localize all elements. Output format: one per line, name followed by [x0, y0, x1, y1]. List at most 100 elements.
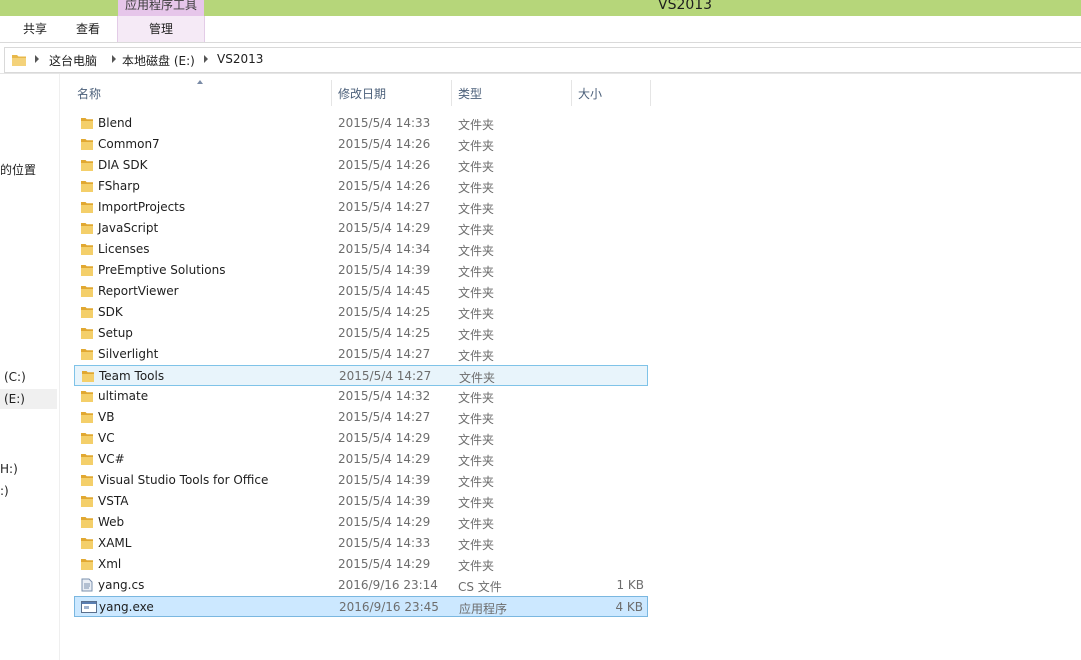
- folder-icon: [80, 200, 94, 217]
- file-name: Setup: [98, 326, 133, 340]
- file-type: 文件夹: [458, 307, 495, 321]
- file-row[interactable]: VSTA 2015/5/4 14:39 文件夹: [74, 491, 648, 512]
- column-divider[interactable]: [331, 80, 332, 106]
- file-row[interactable]: DIA SDK 2015/5/4 14:26 文件夹: [74, 155, 648, 176]
- breadcrumb-local-disk-e[interactable]: 本地磁盘 (E:): [122, 52, 195, 69]
- column-divider[interactable]: [451, 80, 452, 106]
- file-date: 2015/5/4 14:27: [338, 200, 431, 214]
- folder-icon: [80, 221, 94, 238]
- file-row[interactable]: VC# 2015/5/4 14:29 文件夹: [74, 449, 648, 470]
- file-row[interactable]: ReportViewer 2015/5/4 14:45 文件夹: [74, 281, 648, 302]
- column-header-type[interactable]: 类型: [458, 82, 482, 106]
- file-row[interactable]: Licenses 2015/5/4 14:34 文件夹: [74, 239, 648, 260]
- folder-icon: [80, 326, 94, 343]
- file-name: Blend: [98, 116, 133, 130]
- file-type: 文件夹: [458, 328, 495, 342]
- file-type: 应用程序: [459, 602, 508, 616]
- nav-item-locations[interactable]: 的位置: [0, 160, 36, 180]
- breadcrumb-chevron-icon[interactable]: [112, 55, 116, 63]
- context-tab-group-label: 应用程序工具: [118, 0, 204, 16]
- file-row[interactable]: yang.cs 2016/9/16 23:14 CS 文件 1 KB: [74, 575, 648, 596]
- file-row[interactable]: Setup 2015/5/4 14:25 文件夹: [74, 323, 648, 344]
- folder-icon: [80, 515, 94, 532]
- file-name: Licenses: [98, 242, 150, 256]
- folder-icon: [11, 52, 27, 71]
- file-row[interactable]: SDK 2015/5/4 14:25 文件夹: [74, 302, 648, 323]
- file-row[interactable]: VC 2015/5/4 14:29 文件夹: [74, 428, 648, 449]
- tab-share[interactable]: 共享: [14, 16, 56, 42]
- column-header-name[interactable]: 名称: [77, 82, 101, 106]
- breadcrumb-chevron-icon[interactable]: [35, 55, 39, 63]
- folder-icon: [80, 494, 94, 511]
- file-row[interactable]: ImportProjects 2015/5/4 14:27 文件夹: [74, 197, 648, 218]
- file-row[interactable]: JavaScript 2015/5/4 14:29 文件夹: [74, 218, 648, 239]
- folder-icon: [80, 473, 94, 490]
- file-date: 2015/5/4 14:39: [338, 494, 431, 508]
- file-name: Team Tools: [99, 369, 165, 383]
- nav-item-drive[interactable]: :): [0, 481, 9, 501]
- file-name: DIA SDK: [98, 158, 148, 172]
- file-date: 2015/5/4 14:27: [338, 347, 431, 361]
- file-type: 文件夹: [458, 559, 495, 573]
- file-name: VSTA: [98, 494, 129, 508]
- nav-item-drive-h[interactable]: H:): [0, 459, 18, 479]
- file-name: ImportProjects: [98, 200, 186, 214]
- exe-file-icon: [81, 600, 97, 617]
- file-row[interactable]: VB 2015/5/4 14:27 文件夹: [74, 407, 648, 428]
- file-row[interactable]: Web 2015/5/4 14:29 文件夹: [74, 512, 648, 533]
- file-row[interactable]: yang.exe 2016/9/16 23:45 应用程序 4 KB: [74, 596, 648, 617]
- column-header-date[interactable]: 修改日期: [338, 82, 386, 106]
- folder-icon: [80, 284, 94, 301]
- ribbon-tabs: 共享 查看 管理: [0, 16, 1081, 43]
- breadcrumb-vs2013[interactable]: VS2013: [217, 52, 263, 66]
- file-row[interactable]: Blend 2015/5/4 14:33 文件夹: [74, 113, 648, 134]
- file-size: 4 KB: [615, 600, 643, 614]
- breadcrumb-chevron-icon[interactable]: [204, 55, 208, 63]
- breadcrumb-this-pc[interactable]: 这台电脑: [49, 52, 97, 69]
- file-row[interactable]: PreEmptive Solutions 2015/5/4 14:39 文件夹: [74, 260, 648, 281]
- file-row[interactable]: ultimate 2015/5/4 14:32 文件夹: [74, 386, 648, 407]
- folder-icon: [80, 431, 94, 448]
- file-name: VC: [98, 431, 115, 445]
- file-name: XAML: [98, 536, 132, 550]
- file-date: 2015/5/4 14:26: [338, 179, 431, 193]
- tab-manage[interactable]: 管理: [117, 16, 205, 42]
- file-date: 2015/5/4 14:33: [338, 536, 431, 550]
- file-type: 文件夹: [458, 433, 495, 447]
- file-name: ReportViewer: [98, 284, 179, 298]
- file-type: 文件夹: [458, 349, 495, 363]
- file-date: 2015/5/4 14:39: [338, 263, 431, 277]
- file-date: 2015/5/4 14:29: [338, 557, 431, 571]
- folder-icon: [80, 116, 94, 133]
- file-name: Web: [98, 515, 125, 529]
- folder-icon: [80, 305, 94, 322]
- file-row[interactable]: XAML 2015/5/4 14:33 文件夹: [74, 533, 648, 554]
- file-date: 2015/5/4 14:26: [338, 158, 431, 172]
- file-type: 文件夹: [458, 202, 495, 216]
- address-input[interactable]: 这台电脑 本地磁盘 (E:) VS2013: [4, 47, 1081, 73]
- column-divider[interactable]: [650, 80, 651, 106]
- file-type: 文件夹: [458, 265, 495, 279]
- file-type: CS 文件: [458, 580, 502, 594]
- address-bar: 这台电脑 本地磁盘 (E:) VS2013: [0, 46, 1081, 74]
- file-row[interactable]: Silverlight 2015/5/4 14:27 文件夹: [74, 344, 648, 365]
- tab-view[interactable]: 查看: [66, 16, 110, 42]
- file-name: Visual Studio Tools for Office: [98, 473, 269, 487]
- file-size: 1 KB: [616, 578, 644, 592]
- file-date: 2015/5/4 14:29: [338, 452, 431, 466]
- column-header-size[interactable]: 大小: [578, 82, 602, 106]
- file-name: PreEmptive Solutions: [98, 263, 226, 277]
- nav-item-drive-e[interactable]: (E:): [0, 389, 57, 409]
- column-divider[interactable]: [571, 80, 572, 106]
- file-row[interactable]: FSharp 2015/5/4 14:26 文件夹: [74, 176, 648, 197]
- file-row[interactable]: Visual Studio Tools for Office 2015/5/4 1…: [74, 470, 648, 491]
- file-row[interactable]: Common7 2015/5/4 14:26 文件夹: [74, 134, 648, 155]
- file-type: 文件夹: [458, 517, 495, 531]
- file-name: ultimate: [98, 389, 149, 403]
- nav-item-drive-c[interactable]: (C:): [4, 367, 26, 387]
- file-row[interactable]: Team Tools 2015/5/4 14:27 文件夹: [74, 365, 648, 386]
- folder-icon: [80, 389, 94, 406]
- file-date: 2015/5/4 14:29: [338, 221, 431, 235]
- file-row[interactable]: Xml 2015/5/4 14:29 文件夹: [74, 554, 648, 575]
- file-type: 文件夹: [458, 538, 495, 552]
